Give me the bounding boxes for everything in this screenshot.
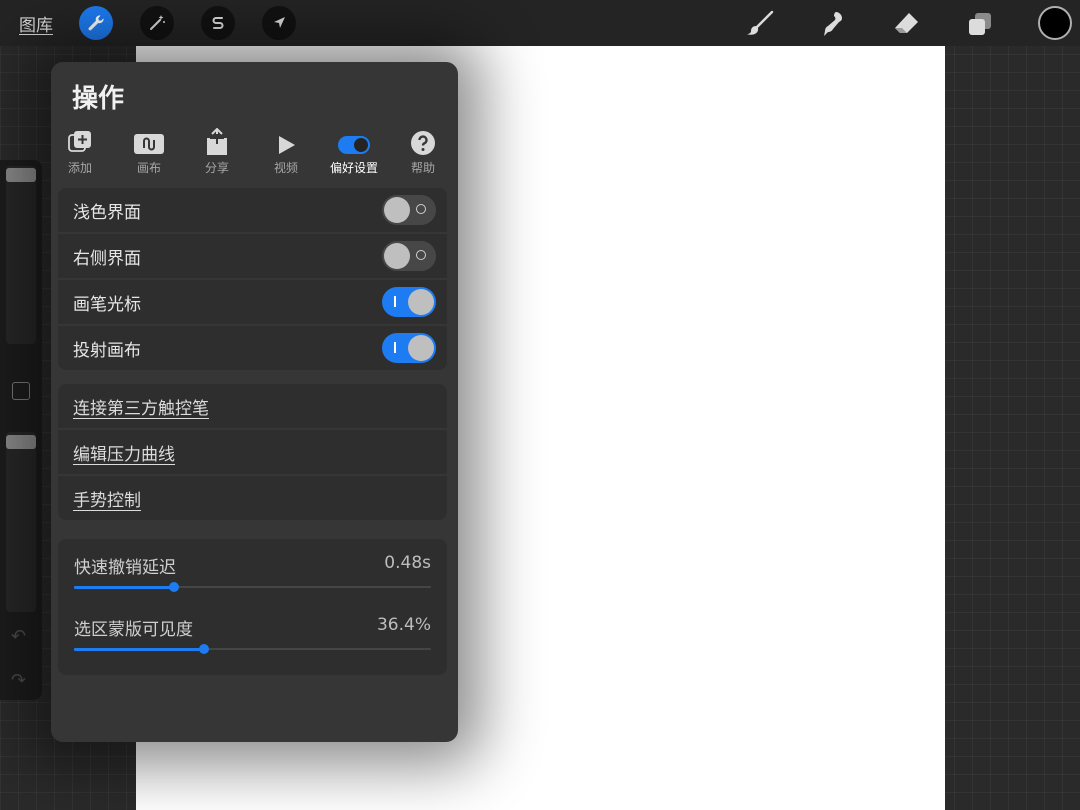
brush-size-slider[interactable] xyxy=(6,166,36,344)
toggle-on-mark xyxy=(394,342,396,353)
undo-icon[interactable]: ↶ xyxy=(11,626,26,647)
brush-cursor-label: 画笔光标 xyxy=(73,295,141,315)
tab-help-label: 帮助 xyxy=(410,161,435,175)
layers-icon xyxy=(969,13,991,35)
tab-help[interactable]: 帮助 xyxy=(391,128,455,176)
add-icon xyxy=(68,131,91,152)
gallery-button[interactable]: 图库 xyxy=(19,11,53,36)
undo-delay-label: 快速撤销延迟 xyxy=(74,558,176,578)
color-picker-swatch[interactable] xyxy=(1038,6,1072,40)
video-play-icon xyxy=(279,136,295,154)
smudge-icon xyxy=(824,12,842,36)
undo-delay-slider[interactable] xyxy=(74,582,431,592)
right-interface-row: 右侧界面 xyxy=(58,234,447,280)
tab-canvas-label: 画布 xyxy=(136,161,161,175)
mask-visibility-label: 选区蒙版可见度 xyxy=(74,620,193,640)
magic-wand-icon xyxy=(150,15,165,30)
toggle-prefs-icon xyxy=(338,136,370,154)
undo-delay-knob[interactable] xyxy=(168,582,179,592)
mask-visibility-knob[interactable] xyxy=(198,644,209,654)
right-interface-toggle[interactable] xyxy=(382,241,436,271)
tab-preferences-label: 偏好设置 xyxy=(329,161,378,175)
light-interface-label: 浅色界面 xyxy=(73,203,141,223)
tab-share-label: 分享 xyxy=(204,161,229,175)
connect-stylus-link[interactable]: 连接第三方触控笔 xyxy=(73,394,209,419)
actions-wrench-button[interactable] xyxy=(79,6,113,40)
undo-delay-slider-row: 快速撤销延迟 0.48s xyxy=(58,539,447,601)
light-interface-toggle[interactable] xyxy=(382,195,436,225)
tab-share[interactable]: 分享 xyxy=(185,128,249,176)
layers-button[interactable] xyxy=(964,8,996,40)
mask-visibility-slider[interactable] xyxy=(74,644,431,654)
undo-delay-value: 0.48s xyxy=(384,553,431,573)
links-group: 连接第三方触控笔 编辑压力曲线 手势控制 xyxy=(58,384,447,520)
projected-canvas-row: 投射画布 xyxy=(58,326,447,370)
redo-icon[interactable]: ↷ xyxy=(11,670,26,691)
gesture-controls-row[interactable]: 手势控制 xyxy=(58,476,447,520)
interface-toggles-group: 浅色界面 右侧界面 画笔光标 投射画布 xyxy=(58,188,447,370)
modify-square-button[interactable] xyxy=(12,382,30,400)
mask-visibility-value: 36.4% xyxy=(376,615,431,635)
undo-delay-fill xyxy=(74,586,174,589)
eraser-icon xyxy=(895,13,918,33)
wrench-icon xyxy=(88,15,104,31)
top-toolbar: 图库 xyxy=(0,0,1080,46)
adjustments-button[interactable] xyxy=(140,6,174,40)
opacity-slider[interactable] xyxy=(6,432,36,612)
projected-canvas-toggle[interactable] xyxy=(382,333,436,363)
tab-video-label: 视频 xyxy=(273,161,298,175)
light-interface-row: 浅色界面 xyxy=(58,188,447,234)
toggle-off-mark xyxy=(416,250,426,260)
edit-pressure-curve-link[interactable]: 编辑压力曲线 xyxy=(73,440,175,465)
pressure-curve-row[interactable]: 编辑压力曲线 xyxy=(58,430,447,476)
right-interface-label: 右侧界面 xyxy=(73,249,141,269)
tab-preferences[interactable]: 偏好设置 xyxy=(322,128,386,176)
transform-button[interactable] xyxy=(262,6,296,40)
sliders-group: 快速撤销延迟 0.48s 选区蒙版可见度 36.4% xyxy=(58,539,447,675)
connect-stylus-row[interactable]: 连接第三方触控笔 xyxy=(58,384,447,430)
toggle-knob xyxy=(408,335,434,361)
tab-canvas[interactable]: 画布 xyxy=(117,128,181,176)
left-sidebar: ↶ ↷ xyxy=(0,160,42,700)
tab-add[interactable]: 添加 xyxy=(48,128,112,176)
transform-arrow-icon xyxy=(274,17,285,28)
toggle-knob xyxy=(384,197,410,223)
toggle-on-mark xyxy=(394,296,396,307)
brush-size-thumb[interactable] xyxy=(6,168,36,182)
brush-cursor-row: 画笔光标 xyxy=(58,280,447,326)
actions-panel: 操作 添加 画布 分享 视频 偏好设置 帮助 浅色界面 右侧界面 画笔光标 投射… xyxy=(51,62,458,742)
canvas-icon xyxy=(134,134,164,154)
tab-add-label: 添加 xyxy=(67,161,92,175)
toggle-off-mark xyxy=(416,204,426,214)
help-icon xyxy=(411,131,435,155)
brush-tool-button[interactable] xyxy=(744,8,776,40)
toggle-knob xyxy=(408,289,434,315)
share-icon xyxy=(207,128,227,155)
projected-canvas-label: 投射画布 xyxy=(73,341,141,361)
opacity-thumb[interactable] xyxy=(6,435,36,449)
smudge-tool-button[interactable] xyxy=(817,8,849,40)
panel-title: 操作 xyxy=(72,84,125,114)
brush-cursor-toggle[interactable] xyxy=(382,287,436,317)
brush-icon xyxy=(747,10,774,35)
selection-s-icon xyxy=(212,17,224,29)
tab-video[interactable]: 视频 xyxy=(254,128,318,176)
mask-visibility-fill xyxy=(74,648,204,651)
gesture-controls-link[interactable]: 手势控制 xyxy=(73,486,141,511)
mask-visibility-slider-row: 选区蒙版可见度 36.4% xyxy=(58,601,447,663)
toggle-knob xyxy=(384,243,410,269)
selection-button[interactable] xyxy=(201,6,235,40)
eraser-tool-button[interactable] xyxy=(890,8,922,40)
